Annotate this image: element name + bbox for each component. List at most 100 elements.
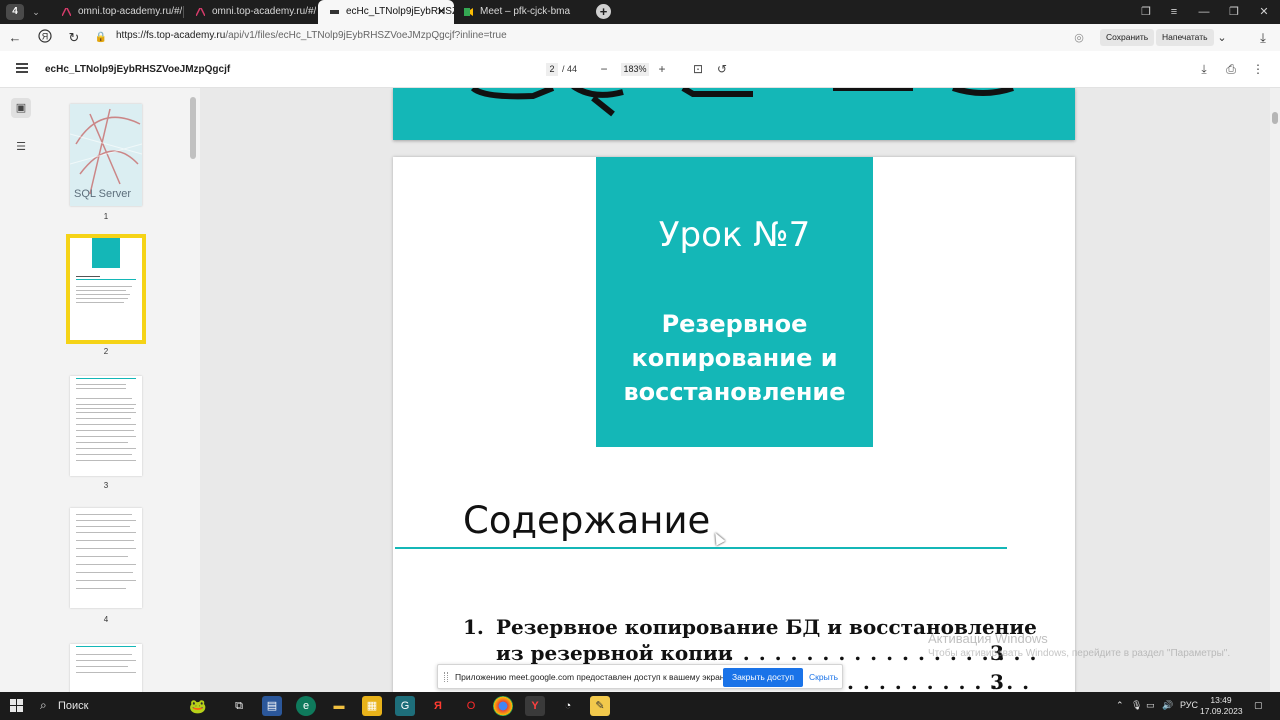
sidebar-toggle-icon[interactable] bbox=[16, 63, 28, 73]
document-scrollbar[interactable] bbox=[1270, 88, 1280, 692]
thumbnail-panel: SQL Server 1 2 3 4 bbox=[44, 88, 200, 692]
notifications-icon[interactable]: ▢ bbox=[1254, 700, 1263, 711]
menu-icon[interactable]: ≡ bbox=[1160, 0, 1188, 24]
save-button[interactable]: Сохранить bbox=[1100, 29, 1155, 46]
share-message: Приложению meet.google.com предоставлен … bbox=[455, 672, 731, 682]
tab-omni-2[interactable]: omni.top-academy.ru/#/b bbox=[184, 0, 316, 24]
yandex-logo-icon[interactable]: Я bbox=[36, 29, 54, 47]
toc-item-number: 1. bbox=[463, 615, 484, 639]
scrollbar-thumb[interactable] bbox=[1272, 112, 1278, 124]
lesson-title: Урок №7 bbox=[658, 215, 811, 255]
document-viewport: Урок №7 Резервное копирование и восстано… bbox=[200, 88, 1270, 692]
pdf-favicon-icon bbox=[330, 10, 339, 14]
windows-start-icon[interactable] bbox=[10, 699, 24, 713]
lesson-banner: Урок №7 Резервное копирование и восстано… bbox=[596, 157, 873, 447]
url-host: https://fs.top-academy.ru bbox=[116, 30, 226, 41]
tab-omni-1[interactable]: omni.top-academy.ru/#/p bbox=[50, 0, 182, 24]
voice-search-icon[interactable]: ◎ bbox=[1070, 29, 1088, 47]
page-number-input[interactable]: 2 bbox=[546, 63, 558, 76]
lesson-subtitle-line: Резервное bbox=[661, 310, 808, 338]
app-icon[interactable]: G bbox=[395, 696, 415, 716]
address-bar: ← Я ↻ 🔒 https://fs.top-academy.ru/api/v1… bbox=[0, 24, 1280, 51]
thumbnail-page-2[interactable] bbox=[66, 234, 146, 344]
toc-heading: Содержание bbox=[463, 499, 711, 542]
thumbnail-page-3[interactable] bbox=[70, 376, 142, 476]
stop-sharing-button[interactable]: Закрыть доступ bbox=[723, 668, 803, 687]
opera-icon[interactable]: O bbox=[461, 696, 481, 716]
app-icon[interactable]: ▦ bbox=[362, 696, 382, 716]
tab-meet[interactable]: Meet – pfk-cjck-bma bbox=[452, 0, 588, 24]
zoom-in-icon[interactable]: + bbox=[654, 61, 670, 77]
tab-label: Meet – pfk-cjck-bma bbox=[480, 6, 571, 17]
url-field[interactable]: https://fs.top-academy.ru/api/v1/files/e… bbox=[116, 30, 507, 41]
academy-favicon-icon bbox=[62, 8, 71, 16]
tabs-collection-icon[interactable]: ❐ bbox=[1132, 0, 1160, 24]
lock-icon[interactable]: 🔒 bbox=[92, 29, 110, 47]
windows-taskbar: ⌕ Поиск 🐸 ⧉ ▤ e ▬ ▦ G Я O Y ◔ ✎ ⌃ 🎙 ▭ 🔊 … bbox=[0, 692, 1280, 720]
meet-favicon-icon bbox=[464, 8, 473, 16]
language-indicator[interactable]: РУС bbox=[1180, 700, 1198, 710]
thumbnail-page-1[interactable]: SQL Server bbox=[70, 104, 142, 206]
restore-icon[interactable]: ❐ bbox=[1220, 0, 1248, 24]
thumbnail-page-5[interactable] bbox=[70, 644, 142, 692]
app-icon[interactable]: ◔ bbox=[558, 696, 578, 716]
lesson-subtitle-line: восстановление bbox=[623, 378, 846, 406]
network-icon[interactable]: ▭ bbox=[1146, 700, 1155, 711]
thumbnail-number: 1 bbox=[103, 212, 109, 221]
page-total: / 44 bbox=[562, 64, 578, 74]
tray-chevron-icon[interactable]: ⌃ bbox=[1116, 700, 1124, 711]
print-button[interactable]: Напечатать bbox=[1156, 29, 1214, 46]
rotate-icon[interactable]: ↺ bbox=[714, 61, 730, 77]
reload-icon[interactable]: ↻ bbox=[65, 29, 83, 47]
download-icon[interactable]: ⤓ bbox=[1254, 29, 1272, 47]
lesson-subtitle-line: копирование и bbox=[631, 344, 838, 372]
speaker-icon[interactable]: 🔊 bbox=[1162, 700, 1173, 711]
print-icon[interactable]: ⎙ bbox=[1223, 61, 1239, 77]
clock-date: 17.09.2023 bbox=[1200, 706, 1243, 716]
screen-share-bar: Приложению meet.google.com предоставлен … bbox=[437, 664, 843, 689]
microphone-icon[interactable]: 🎙 bbox=[1131, 700, 1142, 711]
back-arrow-icon[interactable]: ← bbox=[6, 29, 24, 47]
thumbnail-page-4[interactable] bbox=[70, 508, 142, 608]
yandex-browser-icon[interactable]: Y bbox=[525, 696, 545, 716]
taskbar-search[interactable]: Поиск bbox=[58, 700, 88, 712]
close-window-icon[interactable]: ✕ bbox=[1250, 0, 1278, 24]
fit-page-icon[interactable]: ⊡ bbox=[690, 61, 706, 77]
page-1-cover-bottom bbox=[393, 88, 1075, 140]
search-icon[interactable]: ⌕ bbox=[40, 698, 47, 713]
app-icon[interactable]: ▤ bbox=[262, 696, 282, 716]
hide-button[interactable]: Скрыть bbox=[809, 672, 838, 682]
edge-icon[interactable]: e bbox=[296, 696, 316, 716]
download-icon[interactable]: ⤓ bbox=[1196, 61, 1212, 77]
chevron-down-icon[interactable]: ⌄ bbox=[1213, 29, 1231, 47]
app-icon[interactable]: ✎ bbox=[590, 696, 610, 716]
tab-count-badge[interactable]: 4 bbox=[6, 4, 24, 20]
url-path: /api/v1/files/ecHc_LTNolp9jEybRHSZVoeJMz… bbox=[225, 30, 507, 41]
tab-pdf-active[interactable]: ecHc_LTNolp9jEybRHSZ ✕ bbox=[318, 0, 454, 24]
yandex-icon[interactable]: Я bbox=[428, 696, 448, 716]
outline-view-icon[interactable]: ☰ bbox=[11, 137, 31, 157]
more-options-icon[interactable]: ⋮ bbox=[1250, 61, 1266, 77]
drag-handle-icon[interactable] bbox=[444, 672, 448, 682]
file-explorer-icon[interactable]: ▬ bbox=[329, 696, 349, 716]
frog-widget-icon[interactable]: 🐸 bbox=[176, 696, 220, 716]
new-tab-button[interactable]: + bbox=[596, 4, 611, 19]
chevron-down-icon[interactable]: ⌄ bbox=[28, 4, 44, 20]
chrome-icon[interactable] bbox=[493, 696, 513, 716]
thumbnail-scrollbar[interactable] bbox=[190, 97, 196, 159]
zoom-out-icon[interactable]: − bbox=[596, 61, 612, 77]
pdf-page-2: Урок №7 Резервное копирование и восстано… bbox=[393, 157, 1075, 692]
toc-divider bbox=[395, 547, 1007, 549]
cover-title-fragment bbox=[470, 88, 1014, 117]
thumbnails-view-icon[interactable]: ▣ bbox=[11, 98, 31, 118]
document-title: ecHc_LTNolp9jEybRHSZVoeJMzpQgcjf bbox=[45, 64, 231, 75]
zoom-level-input[interactable]: 183% bbox=[621, 63, 649, 76]
minimize-icon[interactable]: — bbox=[1190, 0, 1218, 24]
close-tab-icon[interactable]: ✕ bbox=[437, 0, 446, 24]
svg-text:Я: Я bbox=[42, 32, 49, 42]
task-view-icon[interactable]: ⧉ bbox=[229, 696, 249, 716]
tab-label: omni.top-academy.ru/#/p bbox=[78, 6, 182, 17]
thumb-teal-block bbox=[92, 238, 120, 268]
lesson-subtitle: Резервное копирование и восстановление bbox=[596, 307, 873, 409]
clock[interactable]: 13:49 17.09.2023 bbox=[1200, 695, 1243, 717]
